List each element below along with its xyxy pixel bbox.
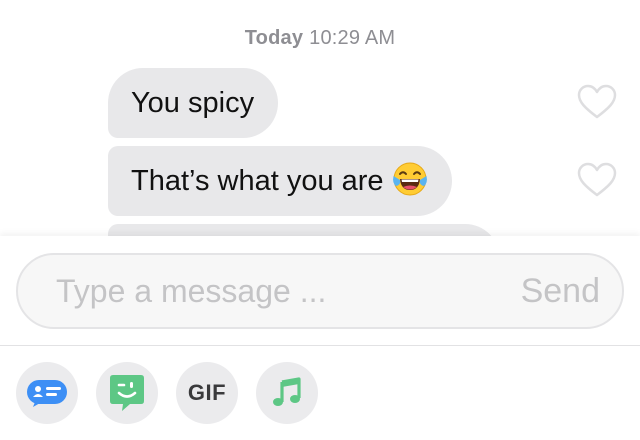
heart-icon[interactable] [577, 84, 617, 120]
music-note-icon [273, 377, 301, 406]
send-button[interactable]: Send [521, 255, 600, 327]
message-input[interactable] [56, 255, 476, 327]
timestamp-time: 10:29 AM [309, 27, 396, 49]
timestamp: Today 10:29 AM [0, 27, 640, 50]
music-button[interactable] [256, 362, 318, 424]
face-with-tears-of-joy-icon [392, 162, 427, 196]
divider [0, 345, 640, 346]
message-bubble[interactable]: That’s what you are [108, 146, 452, 216]
timestamp-day: Today [244, 27, 304, 49]
heart-icon[interactable] [577, 162, 617, 198]
message-text: That’s what you are [131, 165, 384, 197]
message-bubble[interactable]: You spicy [108, 68, 279, 138]
contact-card-button[interactable] [16, 362, 78, 424]
sticker-button[interactable] [96, 362, 158, 424]
gif-button[interactable]: GIF [176, 362, 238, 424]
gif-label: GIF [187, 380, 227, 405]
message-field[interactable]: Send [16, 253, 624, 329]
contact-card-icon [27, 380, 67, 407]
message-text: You spicy [131, 87, 255, 119]
winking-sticker-icon [110, 375, 144, 411]
